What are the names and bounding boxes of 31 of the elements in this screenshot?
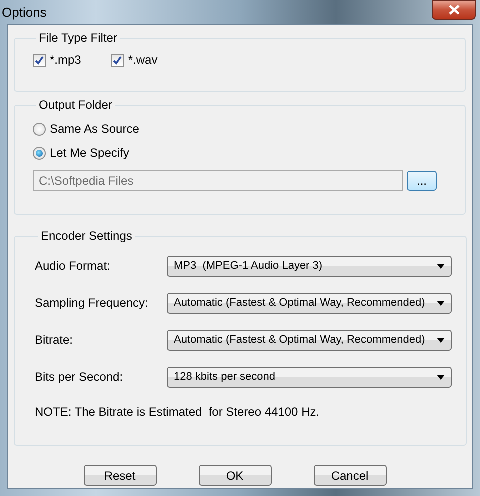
window-title: Options [2, 4, 47, 20]
radio-button[interactable] [33, 122, 46, 136]
field-label: Sampling Frequency: [35, 296, 150, 310]
dropdown[interactable]: MP3 (MPEG-1 Audio Layer 3) [167, 256, 452, 276]
caret-icon [437, 374, 445, 380]
checkbox[interactable] [33, 54, 46, 66]
field-label: Bits per Second: [35, 370, 124, 384]
dialog-button[interactable]: Cancel [314, 465, 386, 486]
group-title: Encoder Settings [40, 229, 134, 243]
checkbox-label: *.mp3 [50, 53, 82, 67]
caret-icon [437, 264, 445, 268]
checkbox-label: *.wav [128, 53, 158, 67]
radio-label: Let Me Specify [50, 146, 130, 160]
field-label: Audio Format: [35, 259, 112, 273]
dropdown[interactable]: Automatic (Fastest & Optimal Way, Recommended) [167, 330, 452, 350]
dialog-button[interactable]: OK [198, 465, 272, 486]
field-label: Bitrate: [35, 333, 74, 347]
dialog-button[interactable]: Reset [84, 465, 156, 486]
caret-icon [437, 300, 445, 306]
dropdown[interactable]: Automatic (Fastest & Optimal Way, Recommended) [167, 292, 452, 314]
dropdown[interactable]: 128 kbits per second [167, 366, 452, 388]
caret-icon [437, 338, 445, 342]
group-title: File Type Filter [38, 31, 118, 45]
radio-button[interactable] [33, 146, 46, 160]
browse-button[interactable]: ... [407, 170, 437, 190]
close-icon [448, 5, 460, 15]
note-text: NOTE: The Bitrate is Estimated for Stereo 44100 Hz. [35, 405, 321, 419]
group-title: Output Folder [38, 98, 114, 112]
radio-label: Same As Source [50, 122, 140, 136]
checkbox[interactable] [111, 54, 124, 66]
close-button[interactable] [432, 0, 476, 20]
